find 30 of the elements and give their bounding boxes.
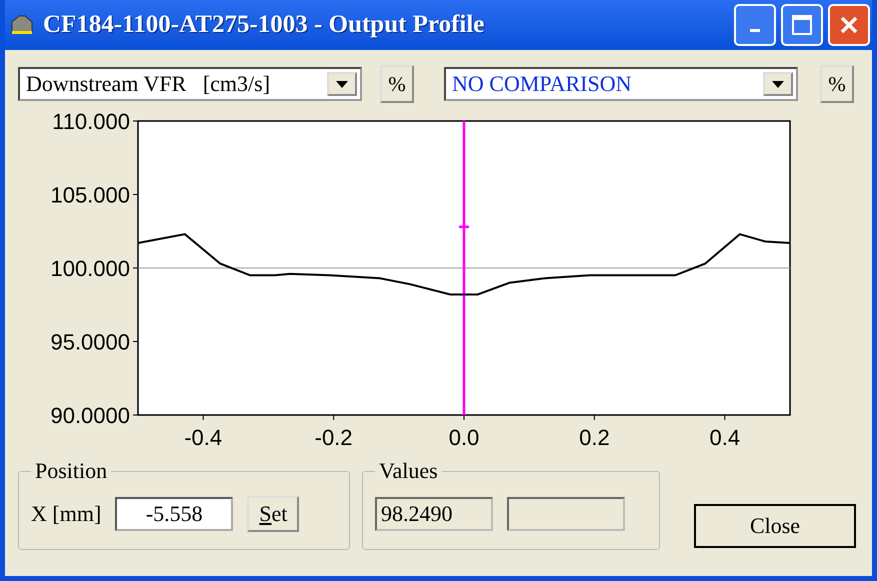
close-icon [838, 14, 860, 36]
maximize-icon [791, 14, 813, 36]
percent-button[interactable]: % [820, 65, 854, 103]
x-tick-label: 0.2 [579, 425, 610, 450]
quantity-select[interactable]: Downstream VFR [cm3/s] [18, 67, 362, 101]
maximize-button[interactable] [781, 4, 823, 46]
y-tick-label: 90.0000 [50, 403, 130, 428]
group-label: Values [378, 458, 439, 484]
x-tick-label: 0.0 [448, 425, 480, 450]
y-tick-label: 110.000 [52, 109, 130, 134]
group-label: Position [34, 458, 108, 484]
percent-button[interactable]: % [380, 65, 414, 103]
window-title: CF184-1100-AT275-1003 - Output Profile [43, 11, 486, 39]
cursor-line[interactable] [459, 121, 469, 415]
y-tick-label: 105.000 [50, 182, 130, 208]
x-tick-label: 0.4 [710, 425, 740, 450]
x-tick-label: -0.4 [184, 425, 222, 450]
value-field: 98.2490 [375, 496, 493, 530]
close-button[interactable] [828, 4, 870, 46]
comparison-select[interactable]: NO COMPARISON [444, 67, 798, 101]
x-label: X [mm] [31, 500, 102, 526]
y-tick-label: 95.0000 [50, 330, 130, 354]
y-tick-label: 100.000 [50, 256, 130, 281]
minimize-button[interactable] [734, 4, 776, 46]
x-tick-label: -0.2 [314, 425, 353, 450]
position-field[interactable]: -5.558 [115, 496, 234, 530]
minimize-icon [750, 28, 760, 32]
close-button[interactable]: Close [694, 504, 856, 548]
set-button[interactable]: Set [247, 496, 300, 532]
app-icon [9, 14, 35, 36]
